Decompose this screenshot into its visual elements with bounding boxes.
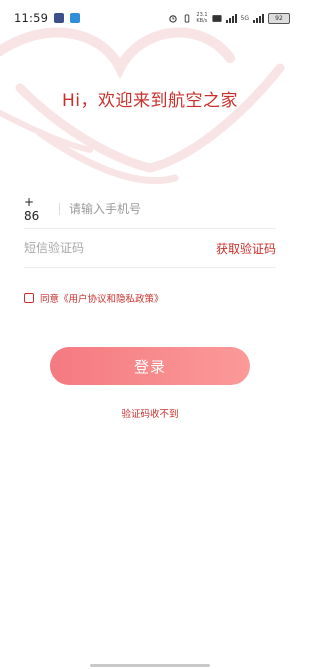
login-button[interactable]: 登录 xyxy=(50,347,250,385)
phone-input[interactable] xyxy=(69,202,276,216)
battery-icon: 92 xyxy=(268,12,290,24)
status-right: 23.1 KB/s 5G 92 xyxy=(168,12,290,24)
phone-row: + 86 xyxy=(24,190,276,229)
agreement-checkbox[interactable] xyxy=(24,293,34,303)
hd-icon xyxy=(211,14,222,22)
no-code-link[interactable]: 验证码收不到 xyxy=(0,406,300,420)
get-code-button[interactable]: 获取验证码 xyxy=(216,240,276,257)
app-notification-icon-2 xyxy=(70,13,81,23)
agreement-link[interactable]: 同意《用户协议和隐私政策》 xyxy=(40,291,164,305)
status-left: 11:59 xyxy=(14,11,81,25)
divider xyxy=(59,203,60,215)
status-time: 11:59 xyxy=(14,11,49,25)
network-label: 5G xyxy=(240,14,249,22)
signal-icon-2 xyxy=(253,13,264,23)
status-bar: 11:59 23.1 KB/s 5G 92 xyxy=(0,0,300,36)
welcome-heading: Hi，欢迎来到航空之家 xyxy=(61,91,238,111)
signal-icon xyxy=(225,13,237,23)
code-row: 获取验证码 xyxy=(24,229,276,268)
sms-code-input[interactable] xyxy=(24,241,216,255)
home-indicator[interactable] xyxy=(90,664,210,667)
alarm-icon xyxy=(169,14,178,23)
background-heart-logo xyxy=(0,27,285,185)
net-speed: 23.1 KB/s xyxy=(196,12,208,24)
app-notification-icon xyxy=(54,13,65,23)
country-code[interactable]: + 86 xyxy=(24,195,52,223)
agreement-row: 同意《用户协议和隐私政策》 xyxy=(24,291,164,305)
vibrate-icon xyxy=(185,13,190,23)
